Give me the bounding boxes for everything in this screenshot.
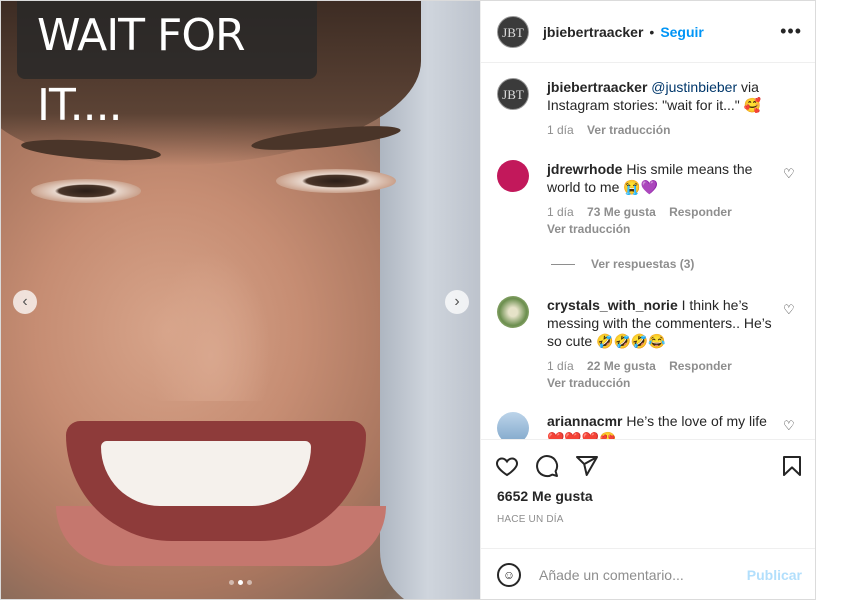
comment-age[interactable]: 1 día (547, 359, 574, 373)
comment-age[interactable]: 1 día (547, 205, 574, 219)
comment-meta: 1 día 22 Me gusta Responder (547, 358, 787, 375)
likes-count[interactable]: 6652 Me gusta (481, 488, 815, 504)
follow-button[interactable]: Seguir (660, 24, 704, 40)
reply-button[interactable]: Responder (669, 359, 732, 373)
post-header: JBT jbiebertraacker • Seguir ••• (481, 1, 815, 63)
action-icons (481, 440, 815, 492)
view-replies-label[interactable]: Ver respuestas (3) (591, 257, 694, 271)
header-separator: • (649, 23, 655, 40)
avatar[interactable] (497, 412, 529, 439)
comment-body: ariannacmr He’s the love of my life ❤️❤️… (547, 412, 787, 439)
heart-icon[interactable]: ♡ (783, 419, 795, 432)
emoji-icon[interactable]: ☺ (497, 563, 521, 587)
view-replies[interactable]: Ver respuestas (3) (551, 257, 694, 271)
reply-button[interactable]: Responder (669, 205, 732, 219)
post-dialog: WAIT FOR IT.... ‹ › JBT jbiebertraacker … (0, 0, 816, 600)
post-side-panel: JBT jbiebertraacker • Seguir ••• JBT jbi… (480, 1, 815, 599)
carousel-dot-active (238, 580, 243, 585)
comment-item: ariannacmr He’s the love of my life ❤️❤️… (497, 412, 807, 439)
mention-link[interactable]: @justinbieber (651, 79, 737, 95)
carousel-dots (229, 580, 252, 585)
post-caption: JBT jbiebertraacker @justinbieber via In… (497, 78, 807, 139)
caption-username[interactable]: jbiebertraacker (547, 79, 647, 95)
comment-item: crystals_with_norie I think he’s messing… (497, 296, 807, 392)
carousel-dot (229, 580, 234, 585)
replies-line (551, 263, 575, 265)
post-actions: 6652 Me gusta HACE UN DÍA (481, 439, 815, 525)
comments-list[interactable]: JBT jbiebertraacker @justinbieber via In… (481, 64, 815, 439)
media-nose-shape (151, 251, 271, 401)
story-caption: WAIT FOR IT.... (17, 1, 317, 131)
translate-link[interactable]: Ver traducción (547, 376, 630, 390)
caption-age[interactable]: 1 día (547, 123, 574, 137)
comment-likes[interactable]: 22 Me gusta (587, 359, 656, 373)
comment-body: jdrewrhode His smile means the world to … (547, 160, 787, 238)
share-send-icon[interactable] (575, 454, 599, 478)
publish-button[interactable]: Publicar (747, 567, 802, 583)
heart-icon[interactable]: ♡ (783, 167, 795, 180)
comment-input[interactable] (537, 566, 741, 584)
avatar[interactable]: JBT (497, 15, 529, 48)
avatar[interactable]: JBT (497, 78, 529, 110)
more-options-icon[interactable]: ••• (780, 21, 802, 42)
chevron-left-icon[interactable]: ‹ (13, 290, 37, 314)
comment-username[interactable]: jdrewrhode (547, 161, 622, 177)
avatar[interactable] (497, 160, 529, 192)
comment-item: jdrewrhode His smile means the world to … (497, 160, 807, 238)
header-username[interactable]: jbiebertraacker (543, 24, 643, 40)
bookmark-icon[interactable] (780, 454, 804, 478)
like-heart-icon[interactable] (495, 454, 519, 478)
comment-likes[interactable]: 73 Me gusta (587, 205, 656, 219)
avatar[interactable] (497, 296, 529, 328)
comment-username[interactable]: crystals_with_norie (547, 297, 678, 313)
translate-link[interactable]: Ver traducción (587, 123, 670, 137)
heart-icon[interactable]: ♡ (783, 303, 795, 316)
caption-body: jbiebertraacker @justinbieber via Instag… (547, 78, 787, 139)
carousel-dot (247, 580, 252, 585)
chevron-right-icon[interactable]: › (445, 290, 469, 314)
media-eye-left (31, 179, 141, 203)
media-teeth-shape (101, 441, 311, 506)
comment-bubble-icon[interactable] (535, 454, 559, 478)
media-eye-right (276, 169, 396, 193)
post-media[interactable]: WAIT FOR IT.... ‹ › (1, 1, 480, 599)
comment-translate-row: Ver traducción (547, 221, 787, 238)
post-timestamp[interactable]: HACE UN DÍA (481, 514, 815, 525)
comment-meta: 1 día 73 Me gusta Responder (547, 204, 787, 221)
caption-meta: 1 día Ver traducción (547, 122, 787, 139)
comment-translate-row: Ver traducción (547, 375, 787, 392)
comment-username[interactable]: ariannacmr (547, 413, 622, 429)
translate-link[interactable]: Ver traducción (547, 222, 630, 236)
comment-body: crystals_with_norie I think he’s messing… (547, 296, 787, 392)
add-comment-bar: ☺ Publicar (481, 548, 815, 599)
